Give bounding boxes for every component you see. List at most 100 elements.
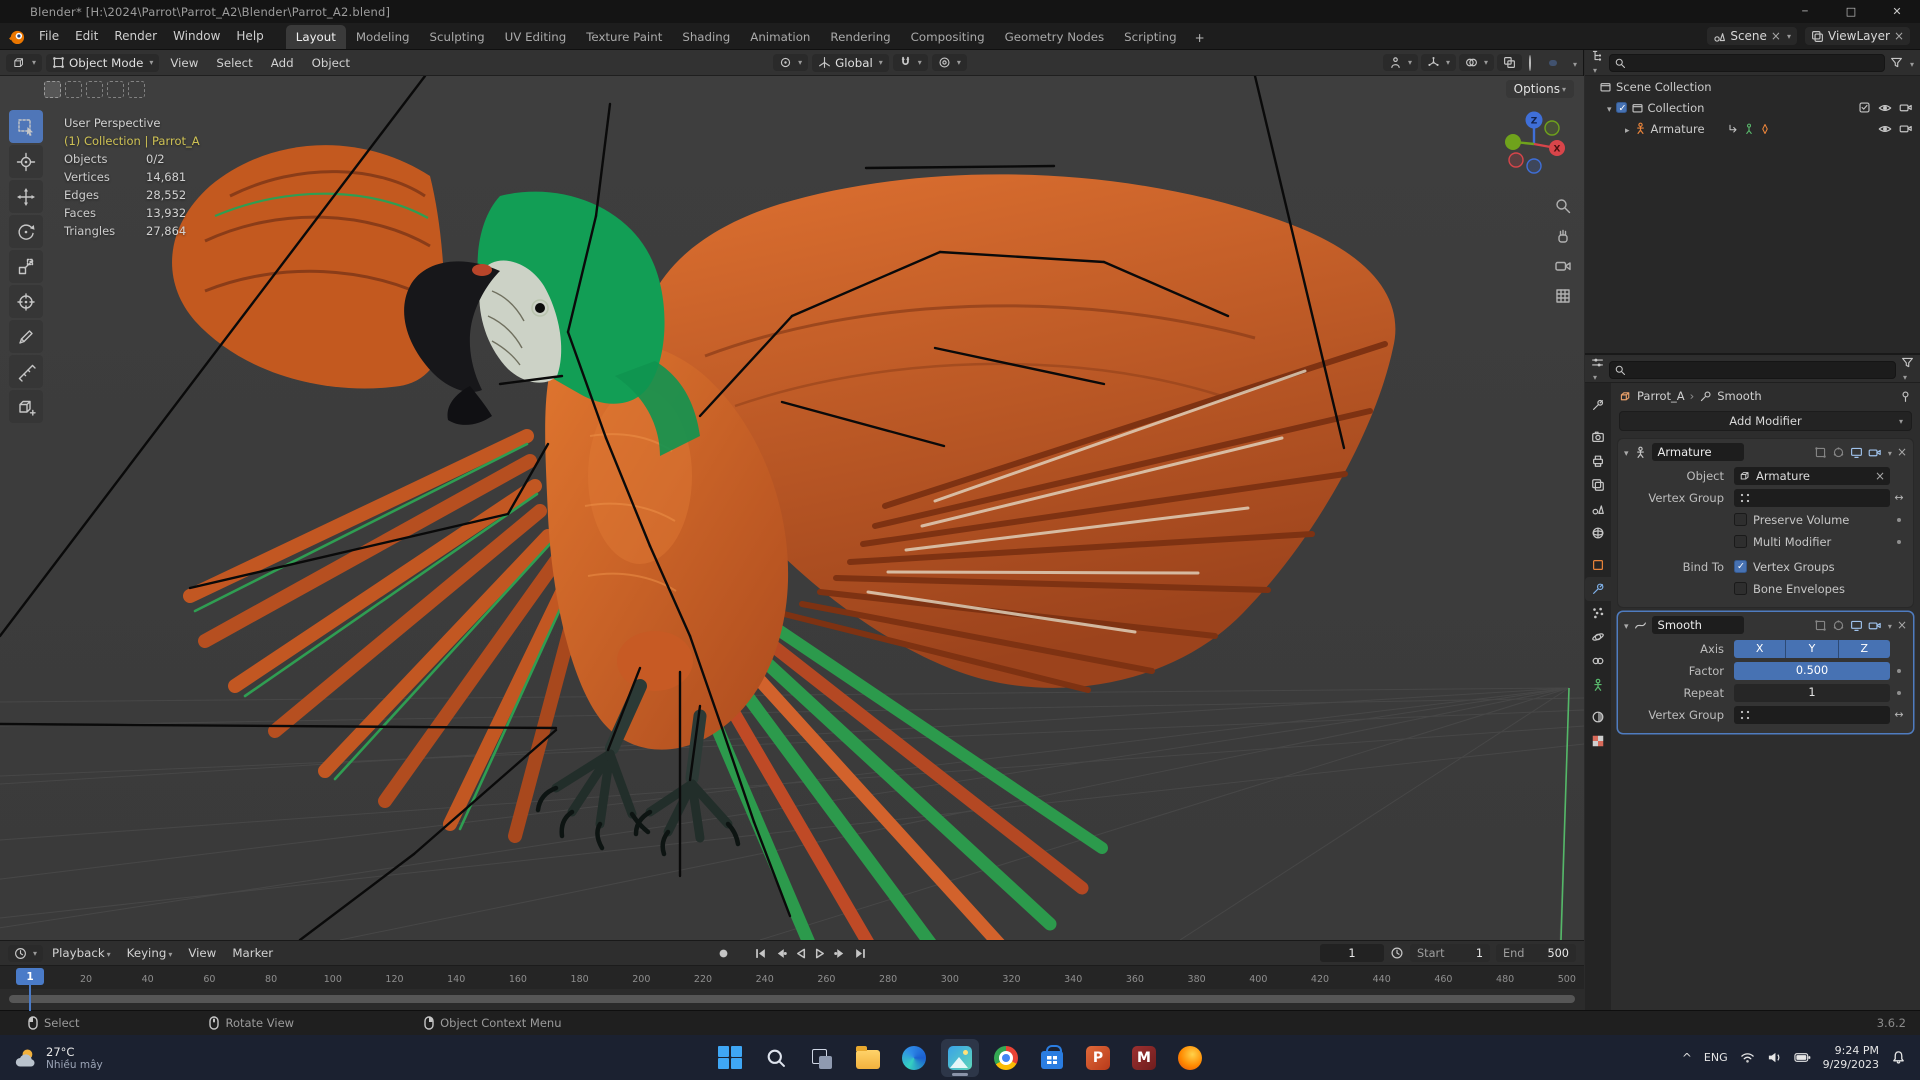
- file-explorer-button[interactable]: [849, 1039, 887, 1077]
- timeline-menu-keying[interactable]: Keying: [120, 943, 180, 963]
- clear-object-icon[interactable]: [1875, 469, 1885, 483]
- select-mode-new[interactable]: [44, 81, 61, 98]
- workspace-tab-layout[interactable]: Layout: [285, 25, 346, 49]
- expand-icon[interactable]: [1607, 101, 1612, 115]
- pan-button[interactable]: [1551, 224, 1575, 248]
- view-layer-selector[interactable]: ViewLayer: [1805, 27, 1910, 45]
- armature-object-field[interactable]: Armature: [1734, 466, 1890, 485]
- timeline-editor-type-button[interactable]: [8, 944, 44, 962]
- preserve-volume-checkbox[interactable]: [1734, 513, 1747, 526]
- close-button[interactable]: [1874, 0, 1920, 23]
- editor-type-button[interactable]: [6, 53, 43, 72]
- menu-file[interactable]: File: [31, 26, 67, 46]
- render-toggle-icon[interactable]: [1868, 619, 1881, 632]
- animate-dot[interactable]: [1897, 668, 1901, 673]
- minimize-button[interactable]: [1782, 0, 1828, 23]
- timeline-menu-playback[interactable]: Playback: [45, 943, 118, 963]
- viewport-menu-select[interactable]: Select: [209, 53, 259, 73]
- tool-transform[interactable]: [9, 285, 43, 318]
- workspace-tab-sculpting[interactable]: Sculpting: [420, 25, 495, 49]
- viewport-menu-view[interactable]: View: [163, 53, 205, 73]
- eye-icon[interactable]: [1878, 122, 1892, 136]
- select-mode-extend[interactable]: [65, 81, 82, 98]
- navigation-gizmo[interactable]: Z X: [1494, 104, 1574, 184]
- tool-rotate[interactable]: [9, 215, 43, 248]
- workspace-tab-texture-paint[interactable]: Texture Paint: [576, 25, 672, 49]
- properties-editor-type-button[interactable]: [1591, 356, 1604, 383]
- shading-solid-button[interactable]: [1538, 60, 1546, 66]
- tab-render[interactable]: [1585, 425, 1611, 449]
- on-cage-toggle-icon[interactable]: [1832, 446, 1845, 459]
- viewport-menu-object[interactable]: Object: [305, 53, 357, 73]
- jump-to-end-icon[interactable]: [854, 947, 867, 960]
- workspace-tab-shading[interactable]: Shading: [672, 25, 740, 49]
- word-button[interactable]: [1125, 1039, 1163, 1077]
- workspace-tab-rendering[interactable]: Rendering: [820, 25, 900, 49]
- axis-z-button[interactable]: Z: [1838, 639, 1890, 658]
- invert-vertex-group-button[interactable]: [1890, 708, 1908, 721]
- workspace-tab-uv-editing[interactable]: UV Editing: [495, 25, 577, 49]
- add-workspace-button[interactable]: +: [1187, 27, 1213, 49]
- next-keyframe-icon[interactable]: [834, 947, 847, 960]
- browser-orange-button[interactable]: [1171, 1039, 1209, 1077]
- collection-checkbox[interactable]: [1615, 102, 1627, 114]
- current-frame-field[interactable]: 1: [1320, 944, 1384, 962]
- powerpoint-button[interactable]: [1079, 1039, 1117, 1077]
- tab-tool[interactable]: [1585, 393, 1611, 417]
- add-modifier-button[interactable]: Add Modifier: [1619, 411, 1912, 431]
- overlays-button[interactable]: [1458, 54, 1494, 71]
- axis-y-button[interactable]: Y: [1786, 639, 1839, 658]
- timeline-menu-view[interactable]: View: [181, 943, 223, 963]
- remove-modifier-icon[interactable]: [1897, 618, 1907, 632]
- invert-vertex-group-button[interactable]: [1890, 491, 1908, 504]
- auto-key-icon[interactable]: [717, 947, 730, 960]
- checkbox-icon[interactable]: [1858, 101, 1871, 114]
- tab-physics[interactable]: [1585, 625, 1611, 649]
- outliner-row-armature[interactable]: Armature: [1585, 118, 1920, 139]
- tool-annotate[interactable]: [9, 320, 43, 353]
- tab-object[interactable]: [1585, 553, 1611, 577]
- modifier-name-field[interactable]: Armature: [1651, 443, 1744, 461]
- jump-to-start-icon[interactable]: [754, 947, 767, 960]
- speaker-icon[interactable]: [1767, 1051, 1782, 1064]
- outliner-filter-input[interactable]: [1609, 53, 1885, 72]
- properties-filter-input[interactable]: [1609, 360, 1896, 379]
- camera-render-icon[interactable]: [1899, 101, 1912, 114]
- edit-mode-toggle-icon[interactable]: [1814, 619, 1827, 632]
- maximize-button[interactable]: [1828, 0, 1874, 23]
- camera-render-icon[interactable]: [1899, 122, 1912, 135]
- previous-keyframe-icon[interactable]: [774, 947, 787, 960]
- proportional-editing-toggle[interactable]: [931, 54, 967, 71]
- wifi-icon[interactable]: [1740, 1051, 1755, 1064]
- search-button[interactable]: [757, 1039, 795, 1077]
- gizmos-button[interactable]: [1420, 54, 1456, 71]
- axis-x-button[interactable]: X: [1734, 639, 1787, 658]
- tool-move[interactable]: [9, 180, 43, 213]
- options-button[interactable]: Options: [1505, 80, 1574, 98]
- select-mode-intersect[interactable]: [128, 81, 145, 98]
- animate-dot[interactable]: [1897, 517, 1901, 522]
- start-frame-field[interactable]: Start 1: [1410, 944, 1490, 962]
- modifier-extras-dropdown[interactable]: [1886, 445, 1892, 459]
- breadcrumb-object[interactable]: Parrot_A: [1637, 389, 1685, 403]
- timeline-track-area[interactable]: [0, 989, 1584, 1010]
- outliner-row-collection[interactable]: Collection: [1585, 97, 1920, 118]
- tab-particles[interactable]: [1585, 601, 1611, 625]
- camera-view-button[interactable]: [1551, 254, 1575, 278]
- edit-mode-toggle-icon[interactable]: [1814, 446, 1827, 459]
- modifier-extras-dropdown[interactable]: [1886, 618, 1892, 632]
- outliner-row-scene-collection[interactable]: Scene Collection: [1585, 76, 1920, 97]
- collapse-icon[interactable]: [1624, 445, 1629, 459]
- tray-expand-icon[interactable]: [1682, 1051, 1692, 1065]
- active-app-button[interactable]: [941, 1038, 979, 1077]
- tab-material[interactable]: [1585, 705, 1611, 729]
- outliner-editor-type-button[interactable]: [1591, 49, 1604, 76]
- tool-select-box[interactable]: [9, 110, 43, 143]
- shading-material-button[interactable]: [1548, 59, 1557, 66]
- outliner-options-dropdown[interactable]: [1908, 56, 1914, 70]
- menu-help[interactable]: Help: [228, 26, 271, 46]
- tool-cursor[interactable]: [9, 145, 43, 178]
- chrome-button[interactable]: [987, 1039, 1025, 1077]
- end-frame-field[interactable]: End 500: [1496, 944, 1576, 962]
- armature-modifier-header[interactable]: Armature: [1618, 439, 1913, 465]
